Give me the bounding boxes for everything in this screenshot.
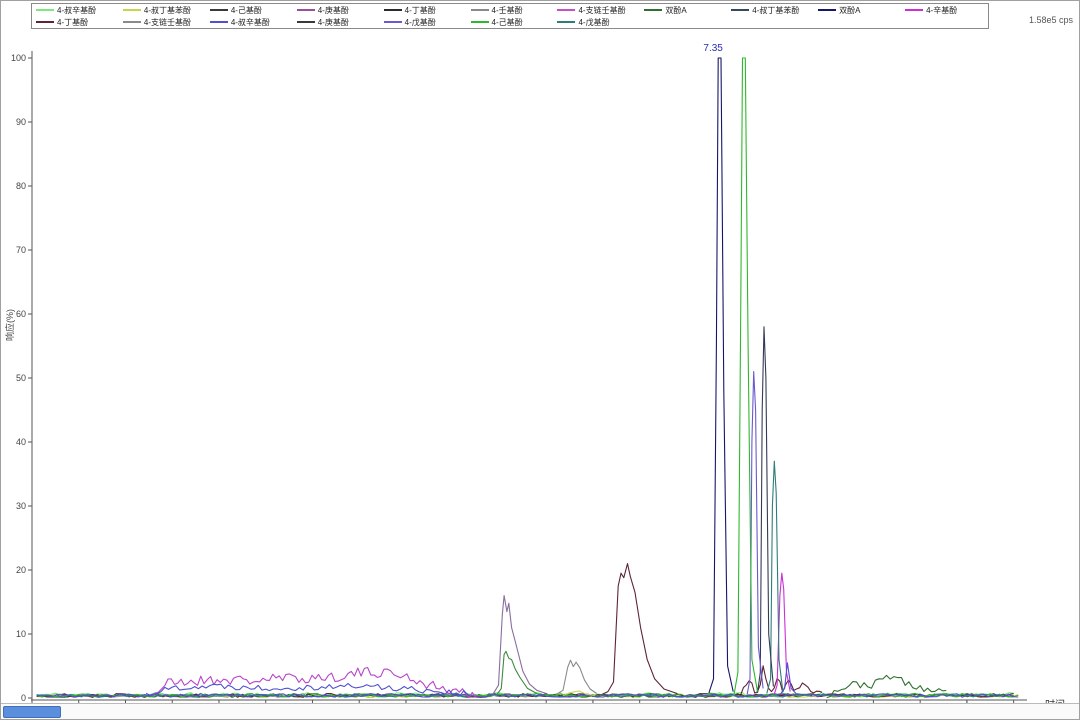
scrollbar-thumb[interactable] bbox=[3, 706, 61, 718]
y-tick-label: 70 bbox=[16, 245, 26, 255]
y-tick-label: 10 bbox=[16, 629, 26, 639]
legend-line-swatch bbox=[297, 21, 315, 23]
trace-peak-butylphenol-6.38 bbox=[602, 564, 677, 695]
y-tick-label: 0 bbox=[21, 693, 26, 703]
legend-label: 4-辛基酚 bbox=[926, 5, 957, 16]
legend-item: 4-支链壬基酚 bbox=[553, 5, 640, 16]
trace-peak-nonylphenol-5.8 bbox=[556, 660, 597, 695]
y-tick-label: 100 bbox=[11, 53, 26, 63]
legend-label: 4-壬基酚 bbox=[492, 5, 523, 16]
legend-item: 4-庚基酚 bbox=[293, 5, 380, 16]
y-tick-label: 30 bbox=[16, 501, 26, 511]
legend-item: 4-辛基酚 bbox=[901, 5, 988, 16]
chromatogram-window: 4-叔辛基酚 4-叔丁基苯酚 4-己基酚 4-庚基酚 4-丁基酚 4-壬基酚 4-支链壬基酚… bbox=[0, 0, 1080, 720]
legend-label: 4-己基酚 bbox=[231, 5, 262, 16]
legend-line-swatch bbox=[36, 9, 54, 11]
legend-line-swatch bbox=[471, 9, 489, 11]
y-tick-label: 80 bbox=[16, 181, 26, 191]
legend-line-swatch bbox=[123, 9, 141, 11]
legend-line-swatch bbox=[210, 21, 228, 23]
legend-item: 4-丁基酚 bbox=[380, 5, 467, 16]
trace-peak-pentylphenol-teal-7.93 bbox=[767, 461, 783, 693]
legend-label: 4-叔丁基苯酚 bbox=[752, 5, 799, 16]
legend-label: 4-戊基酚 bbox=[405, 17, 436, 28]
legend-line-swatch bbox=[297, 9, 315, 11]
trace-peak-hexylphenol-5.08 bbox=[497, 651, 537, 695]
legend-item: 4-庚基酚 bbox=[293, 17, 380, 28]
legend-item: 4-叔辛基酚 bbox=[32, 5, 119, 16]
legend-label: 4-庚基酚 bbox=[318, 17, 349, 28]
legend-label: 4-己基酚 bbox=[492, 17, 523, 28]
legend-item: 4-叔丁基苯酚 bbox=[727, 5, 814, 16]
legend-line-swatch bbox=[36, 21, 54, 23]
trace-hump-tert-octylphenol bbox=[146, 684, 468, 696]
legend-line-swatch bbox=[384, 21, 402, 23]
legend-item: 4-己基酚 bbox=[206, 5, 293, 16]
legend: 4-叔辛基酚 4-叔丁基苯酚 4-己基酚 4-庚基酚 4-丁基酚 4-壬基酚 4-支链壬基酚… bbox=[31, 3, 989, 29]
legend-label: 双酚A bbox=[839, 5, 860, 16]
legend-item: 4-戊基酚 bbox=[553, 17, 640, 28]
legend-line-swatch bbox=[731, 9, 749, 11]
legend-label: 4-丁基酚 bbox=[405, 5, 436, 16]
legend-label: 4-叔丁基苯酚 bbox=[144, 5, 191, 16]
legend-line-swatch bbox=[471, 21, 489, 23]
legend-item: 4-壬基酚 bbox=[467, 5, 554, 16]
legend-item: 4-叔丁基苯酚 bbox=[119, 5, 206, 16]
legend-line-swatch bbox=[905, 9, 923, 11]
legend-line-swatch bbox=[384, 9, 402, 11]
legend-item: 4-叔辛基酚 bbox=[206, 17, 293, 28]
y-axis-label: 响应(%) bbox=[3, 309, 16, 341]
chromatogram-plot[interactable]: 010203040506070809010002468107.35 bbox=[1, 1, 1080, 720]
peak-rt-annotation: 7.35 bbox=[703, 43, 723, 54]
y-tick-label: 40 bbox=[16, 437, 26, 447]
legend-item: 4-己基酚 bbox=[467, 17, 554, 28]
legend-line-swatch bbox=[557, 9, 575, 11]
trace-peak-heptylphenol-5.07 bbox=[493, 596, 546, 695]
legend-line-swatch bbox=[210, 9, 228, 11]
legend-item: 4-支链壬基酚 bbox=[119, 17, 206, 28]
horizontal-scrollbar[interactable] bbox=[1, 703, 1079, 719]
legend-label: 4-支链壬基酚 bbox=[144, 17, 191, 28]
legend-label: 双酚A bbox=[665, 5, 686, 16]
legend-item: 4-戊基酚 bbox=[380, 17, 467, 28]
y-tick-label: 90 bbox=[16, 117, 26, 127]
legend-line-swatch bbox=[557, 21, 575, 23]
legend-item: 双酚A bbox=[640, 5, 727, 16]
legend-label: 4-叔辛基酚 bbox=[231, 17, 270, 28]
max-intensity-label: 1.58e5 cps bbox=[1029, 15, 1073, 25]
y-tick-label: 20 bbox=[16, 565, 26, 575]
trace-peak-bisphenolA-navy-7.35 bbox=[709, 58, 733, 693]
trace-peak-octylphenol-8.0 bbox=[774, 573, 790, 694]
y-tick-label: 60 bbox=[16, 309, 26, 319]
legend-item: 双酚A bbox=[814, 5, 901, 16]
legend-label: 4-叔辛基酚 bbox=[57, 5, 96, 16]
legend-item: 4-丁基酚 bbox=[32, 17, 119, 28]
legend-line-swatch bbox=[644, 9, 662, 11]
legend-line-swatch bbox=[818, 9, 836, 11]
y-tick-label: 50 bbox=[16, 373, 26, 383]
legend-line-swatch bbox=[123, 21, 141, 23]
legend-label: 4-庚基酚 bbox=[318, 5, 349, 16]
legend-label: 4-戊基酚 bbox=[578, 17, 609, 28]
legend-label: 4-支链壬基酚 bbox=[578, 5, 625, 16]
legend-label: 4-丁基酚 bbox=[57, 17, 88, 28]
